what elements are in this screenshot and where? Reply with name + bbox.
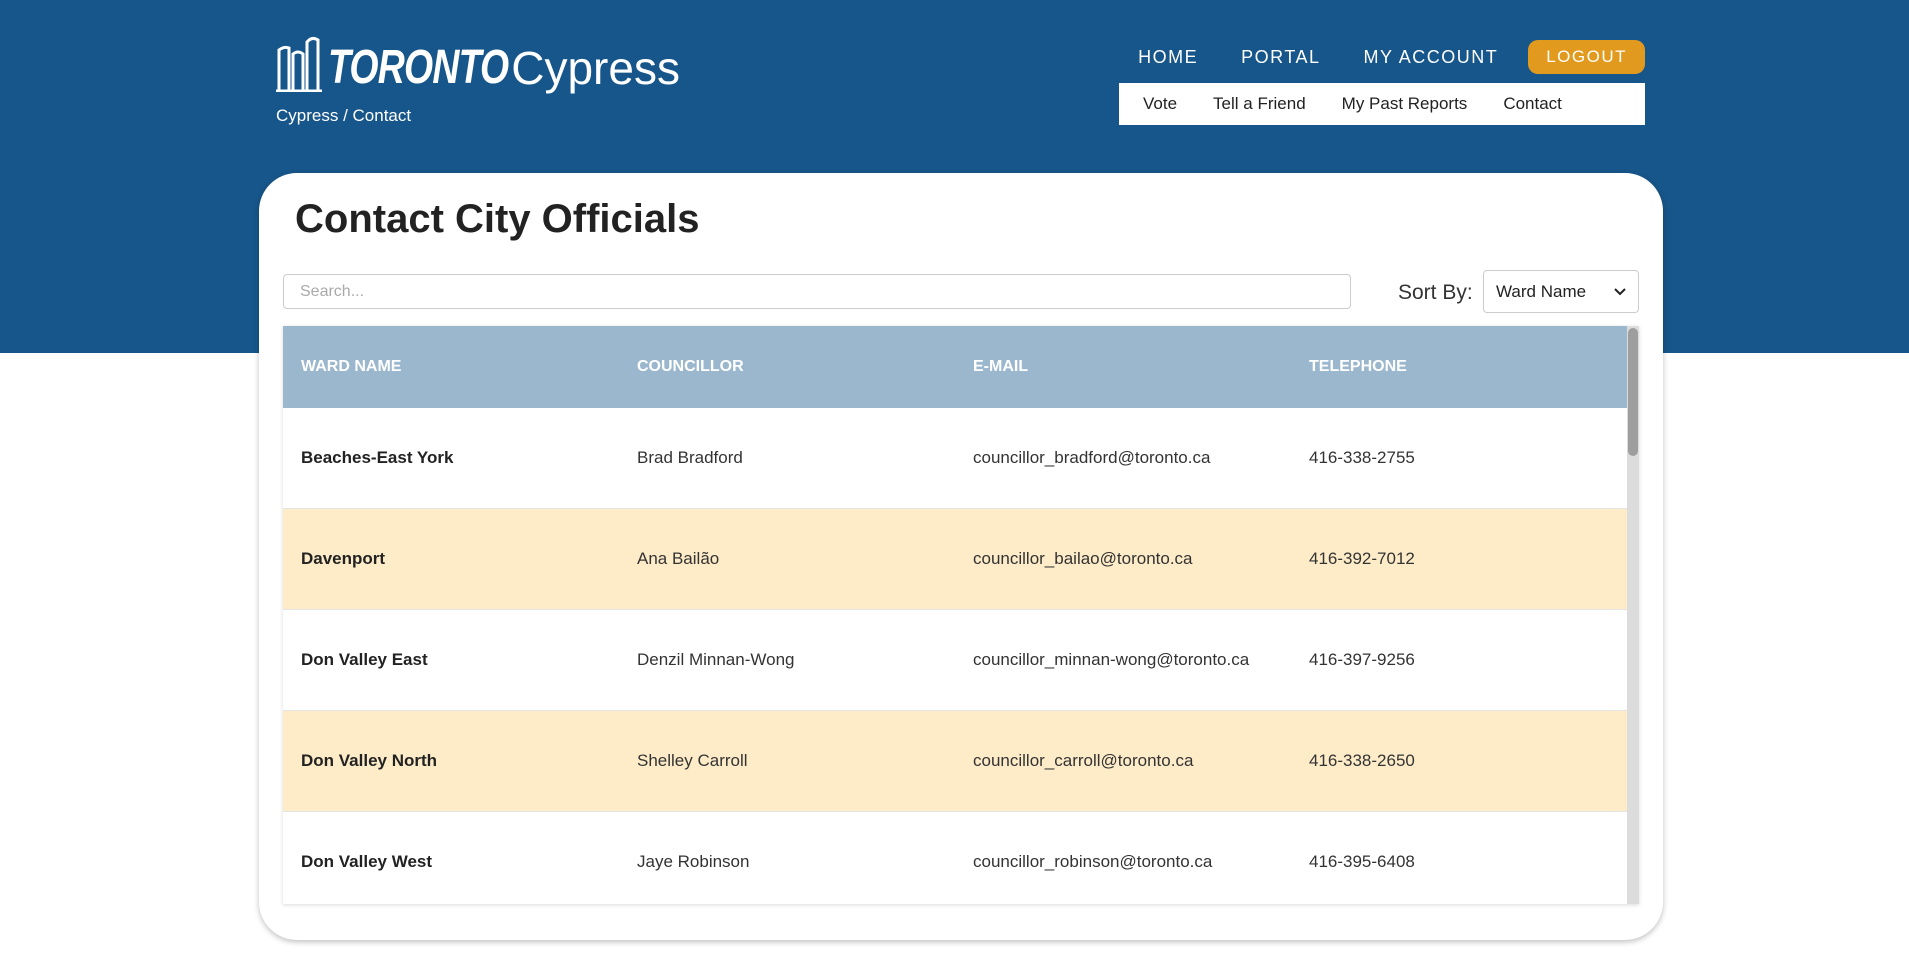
city-hall-icon [276, 36, 322, 92]
councillor-cell: Ana Bailão [637, 549, 720, 568]
officials-table: WARD NAME COUNCILLOR E-MAIL TELEPHONE Be… [283, 326, 1639, 904]
breadcrumb[interactable]: Cypress / Contact [276, 106, 411, 126]
councillor-cell: Shelley Carroll [637, 751, 748, 770]
table-row: Don Valley North Shelley Carroll council… [283, 711, 1627, 812]
search-input[interactable] [283, 274, 1351, 309]
phone-cell: 416-338-2650 [1309, 751, 1415, 770]
email-cell[interactable]: councillor_carroll@toronto.ca [955, 751, 1291, 771]
ward-cell: Don Valley East [301, 650, 428, 669]
nav-home[interactable]: HOME [1138, 47, 1198, 68]
ward-cell: Davenport [301, 549, 386, 568]
phone-cell: 416-397-9256 [1309, 650, 1415, 669]
logo-wordmark: TORONTO [328, 41, 509, 94]
chevron-down-icon [1614, 287, 1626, 295]
phone-cell: 416-338-2755 [1309, 448, 1415, 467]
table-row: Davenport Ana Bailão councillor_bailao@t… [283, 509, 1627, 610]
ward-cell: Don Valley North [301, 751, 438, 770]
table-header-row: WARD NAME COUNCILLOR E-MAIL TELEPHONE [283, 326, 1627, 408]
table-row: Don Valley East Denzil Minnan-Wong counc… [283, 610, 1627, 711]
page-title: Contact City Officials [295, 197, 700, 241]
ward-cell: Beaches-East York [301, 448, 454, 467]
sub-nav: Vote Tell a Friend My Past Reports Conta… [1119, 83, 1645, 125]
sort-selected-value: Ward Name [1496, 281, 1587, 301]
email-cell[interactable]: councillor_minnan-wong@toronto.ca [955, 650, 1291, 670]
column-header-ward[interactable]: WARD NAME [283, 358, 619, 376]
table-row: Beaches-East York Brad Bradford councill… [283, 408, 1627, 509]
councillor-cell: Jaye Robinson [637, 852, 750, 871]
table-scrollbar[interactable] [1627, 326, 1639, 904]
email-cell[interactable]: councillor_bradford@toronto.ca [955, 448, 1291, 468]
sort-select[interactable]: Ward Name [1483, 270, 1639, 313]
subnav-vote[interactable]: Vote [1143, 94, 1177, 114]
column-header-councillor[interactable]: COUNCILLOR [619, 358, 955, 376]
email-cell[interactable]: councillor_robinson@toronto.ca [955, 852, 1291, 872]
toronto-logo[interactable]: TORONTO Cypress [276, 36, 680, 92]
table-row: Don Valley West Jaye Robinson councillor… [283, 812, 1627, 904]
subnav-contact[interactable]: Contact [1503, 94, 1562, 114]
phone-cell: 416-395-6408 [1309, 852, 1415, 871]
email-cell[interactable]: councillor_bailao@toronto.ca [955, 549, 1291, 569]
scrollbar-thumb[interactable] [1628, 328, 1638, 456]
councillor-cell: Brad Bradford [637, 448, 743, 467]
nav-portal[interactable]: PORTAL [1241, 47, 1320, 68]
subnav-tell-a-friend[interactable]: Tell a Friend [1213, 94, 1306, 114]
logo-app-name: Cypress [511, 42, 680, 94]
subnav-my-past-reports[interactable]: My Past Reports [1342, 94, 1468, 114]
column-header-email[interactable]: E-MAIL [955, 358, 1291, 376]
main-nav: HOME PORTAL MY ACCOUNT LOGOUT [1095, 40, 1645, 74]
sort-label: Sort By: [1398, 281, 1473, 304]
column-header-telephone[interactable]: TELEPHONE [1291, 358, 1627, 376]
logout-button[interactable]: LOGOUT [1528, 40, 1645, 74]
councillor-cell: Denzil Minnan-Wong [637, 650, 795, 669]
phone-cell: 416-392-7012 [1309, 549, 1415, 568]
nav-my-account[interactable]: MY ACCOUNT [1364, 47, 1499, 68]
ward-cell: Don Valley West [301, 852, 433, 871]
contact-card: Contact City Officials Sort By: Ward Nam… [259, 173, 1663, 940]
